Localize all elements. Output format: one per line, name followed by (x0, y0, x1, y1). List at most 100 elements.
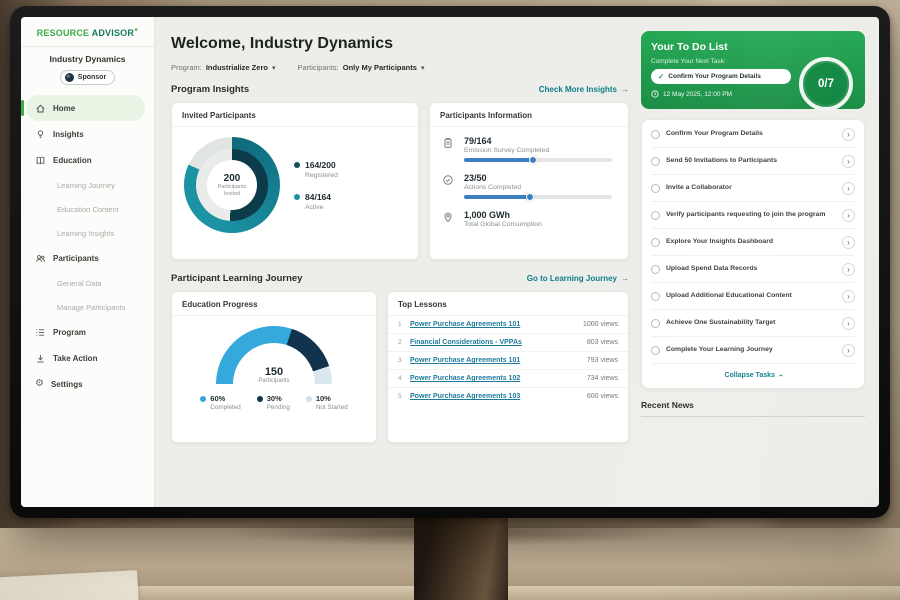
filter-bar: Program: Industrialize Zero ▾ Participan… (171, 63, 629, 72)
sidebar-item-education-content[interactable]: Education Content (21, 197, 154, 221)
todo-panel: Your To Do List Complete Your Next Task:… (641, 17, 879, 507)
task-checkbox[interactable] (651, 292, 660, 301)
task-row[interactable]: Upload Additional Educational Content › (651, 283, 855, 310)
chevron-right-icon[interactable]: › (842, 290, 855, 303)
sidebar-item-insights[interactable]: Insights (21, 121, 154, 147)
task-checkbox[interactable] (651, 346, 660, 355)
legend-value: 10% (316, 394, 331, 403)
next-task-pill[interactable]: ✓ Confirm Your Program Details (651, 69, 791, 84)
insights-icon (35, 129, 46, 140)
sidebar-item-take-action[interactable]: Take Action (21, 345, 154, 371)
sponsor-label: Sponsor (78, 74, 106, 81)
task-checkbox[interactable] (651, 238, 660, 247)
lesson-link[interactable]: Power Purchase Agreements 102 (410, 375, 587, 382)
chevron-right-icon[interactable]: › (842, 128, 855, 141)
sidebar-item-learning-journey[interactable]: Learning Journey (21, 173, 154, 197)
chevron-right-icon[interactable]: › (842, 209, 855, 222)
logo-plus: + (134, 27, 138, 34)
sidebar-item-home[interactable]: Home (26, 95, 145, 121)
lesson-rank: 3 (398, 357, 410, 364)
task-checkbox[interactable] (651, 157, 660, 166)
task-row[interactable]: Upload Spend Data Records › (651, 256, 855, 283)
sidebar-item-label: Manage Participants (57, 303, 125, 312)
task-row[interactable]: Verify participants requesting to join t… (651, 202, 855, 229)
chevron-right-icon[interactable]: › (842, 155, 855, 168)
task-row[interactable]: Confirm Your Program Details › (651, 121, 855, 148)
lesson-link[interactable]: Power Purchase Agreements 101 (410, 357, 587, 364)
task-row[interactable]: Send 50 Invitations to Participants › (651, 148, 855, 175)
chevron-up-icon: › (776, 374, 785, 377)
tasks-list-card: Confirm Your Program Details › Send 50 I… (641, 119, 865, 389)
task-checkbox[interactable] (651, 265, 660, 274)
dashboard-screen: RESOURCE ADVISOR+ Industry Dynamics Spon… (21, 17, 879, 507)
program-filter-value: Industrialize Zero (206, 63, 268, 72)
sidebar-item-manage-participants[interactable]: Manage Participants (21, 295, 154, 319)
stat-emission-survey: 79/164 Emission Survey Completed (442, 136, 616, 162)
sidebar-item-learning-insights[interactable]: Learning Insights (21, 221, 154, 245)
sponsor-badge[interactable]: Sponsor (60, 70, 115, 85)
sidebar-item-general-data[interactable]: General Data (21, 271, 154, 295)
insights-cards-row: Invited Participants 200 Participants In… (171, 102, 629, 260)
task-checkbox[interactable] (651, 130, 660, 139)
participants-filter[interactable]: Participants: Only My Participants ▾ (297, 63, 424, 72)
sidebar-item-settings[interactable]: ⚙ Settings (21, 371, 154, 397)
sidebar-item-education[interactable]: Education (21, 147, 154, 173)
program-insights-header: Program Insights Check More Insights → (171, 84, 629, 95)
task-label: Achieve One Sustainability Target (666, 319, 836, 328)
lesson-rank: 1 (398, 321, 410, 328)
sidebar-item-label: Settings (51, 380, 83, 389)
participants-information-card: Participants Information 79/164 Emission… (429, 102, 629, 260)
chevron-right-icon[interactable]: › (842, 344, 855, 357)
chevron-right-icon[interactable]: › (842, 236, 855, 249)
task-row[interactable]: Achieve One Sustainability Target › (651, 310, 855, 337)
chevron-right-icon[interactable]: › (842, 182, 855, 195)
recent-news-header: Recent News (641, 400, 865, 417)
donut-legend: 164/200 Registered 84/164 Active (294, 160, 338, 211)
sidebar-item-label: Take Action (53, 354, 97, 363)
task-label: Verify participants requesting to join t… (666, 211, 836, 220)
lesson-row[interactable]: 1 Power Purchase Agreements 101 1000 vie… (388, 316, 628, 334)
participants-filter-value: Only My Participants (343, 63, 417, 72)
card-title: Invited Participants (172, 103, 418, 127)
go-to-learning-journey-link[interactable]: Go to Learning Journey → (527, 274, 629, 283)
program-filter[interactable]: Program: Industrialize Zero ▾ (171, 63, 275, 72)
progress-bar (464, 195, 612, 199)
legend-label: Not Started (316, 404, 348, 411)
todo-title: Your To Do List (651, 41, 855, 53)
sidebar-item-label: Learning Journey (57, 181, 115, 190)
stat-actions-completed: 23/50 Actions Completed (442, 173, 616, 199)
task-checkbox[interactable] (651, 319, 660, 328)
arrow-right-icon: → (621, 274, 629, 283)
lesson-row[interactable]: 5 Power Purchase Agreements 103 600 view… (388, 388, 628, 405)
legend-dot (257, 396, 263, 402)
lesson-link[interactable]: Power Purchase Agreements 103 (410, 393, 587, 400)
donut-center-label: Participants Invited (212, 184, 252, 197)
lesson-row[interactable]: 3 Power Purchase Agreements 101 793 view… (388, 352, 628, 370)
chevron-right-icon[interactable]: › (842, 317, 855, 330)
sidebar: RESOURCE ADVISOR+ Industry Dynamics Spon… (21, 17, 155, 507)
top-lessons-card: Top Lessons 1 Power Purchase Agreements … (387, 291, 629, 443)
task-row[interactable]: Invite a Collaborator › (651, 175, 855, 202)
task-label: Invite a Collaborator (666, 184, 836, 193)
task-row[interactable]: Explore Your Insights Dashboard › (651, 229, 855, 256)
sidebar-item-program[interactable]: Program (21, 319, 154, 345)
lesson-rank: 4 (398, 375, 410, 382)
task-checkbox[interactable] (651, 211, 660, 220)
task-checkbox[interactable] (651, 184, 660, 193)
legend-value: 60% (210, 394, 225, 403)
lesson-link[interactable]: Power Purchase Agreements 101 (410, 321, 583, 328)
chevron-right-icon[interactable]: › (842, 263, 855, 276)
divider (21, 46, 154, 47)
lesson-link[interactable]: Financial Considerations - VPPAs (410, 339, 587, 346)
collapse-tasks-button[interactable]: Collapse Tasks › (651, 364, 855, 386)
invited-participants-card: Invited Participants 200 Participants In… (171, 102, 419, 260)
task-row[interactable]: Complete Your Learning Journey › (651, 337, 855, 364)
program-icon (35, 327, 46, 338)
monitor-stand (414, 505, 508, 600)
sidebar-item-participants[interactable]: Participants (21, 245, 154, 271)
sidebar-item-label: Insights (53, 130, 84, 139)
card-title: Participants Information (430, 103, 628, 127)
check-more-insights-link[interactable]: Check More Insights → (539, 85, 629, 94)
lesson-row[interactable]: 4 Power Purchase Agreements 102 734 view… (388, 370, 628, 388)
lesson-row[interactable]: 2 Financial Considerations - VPPAs 803 v… (388, 334, 628, 352)
